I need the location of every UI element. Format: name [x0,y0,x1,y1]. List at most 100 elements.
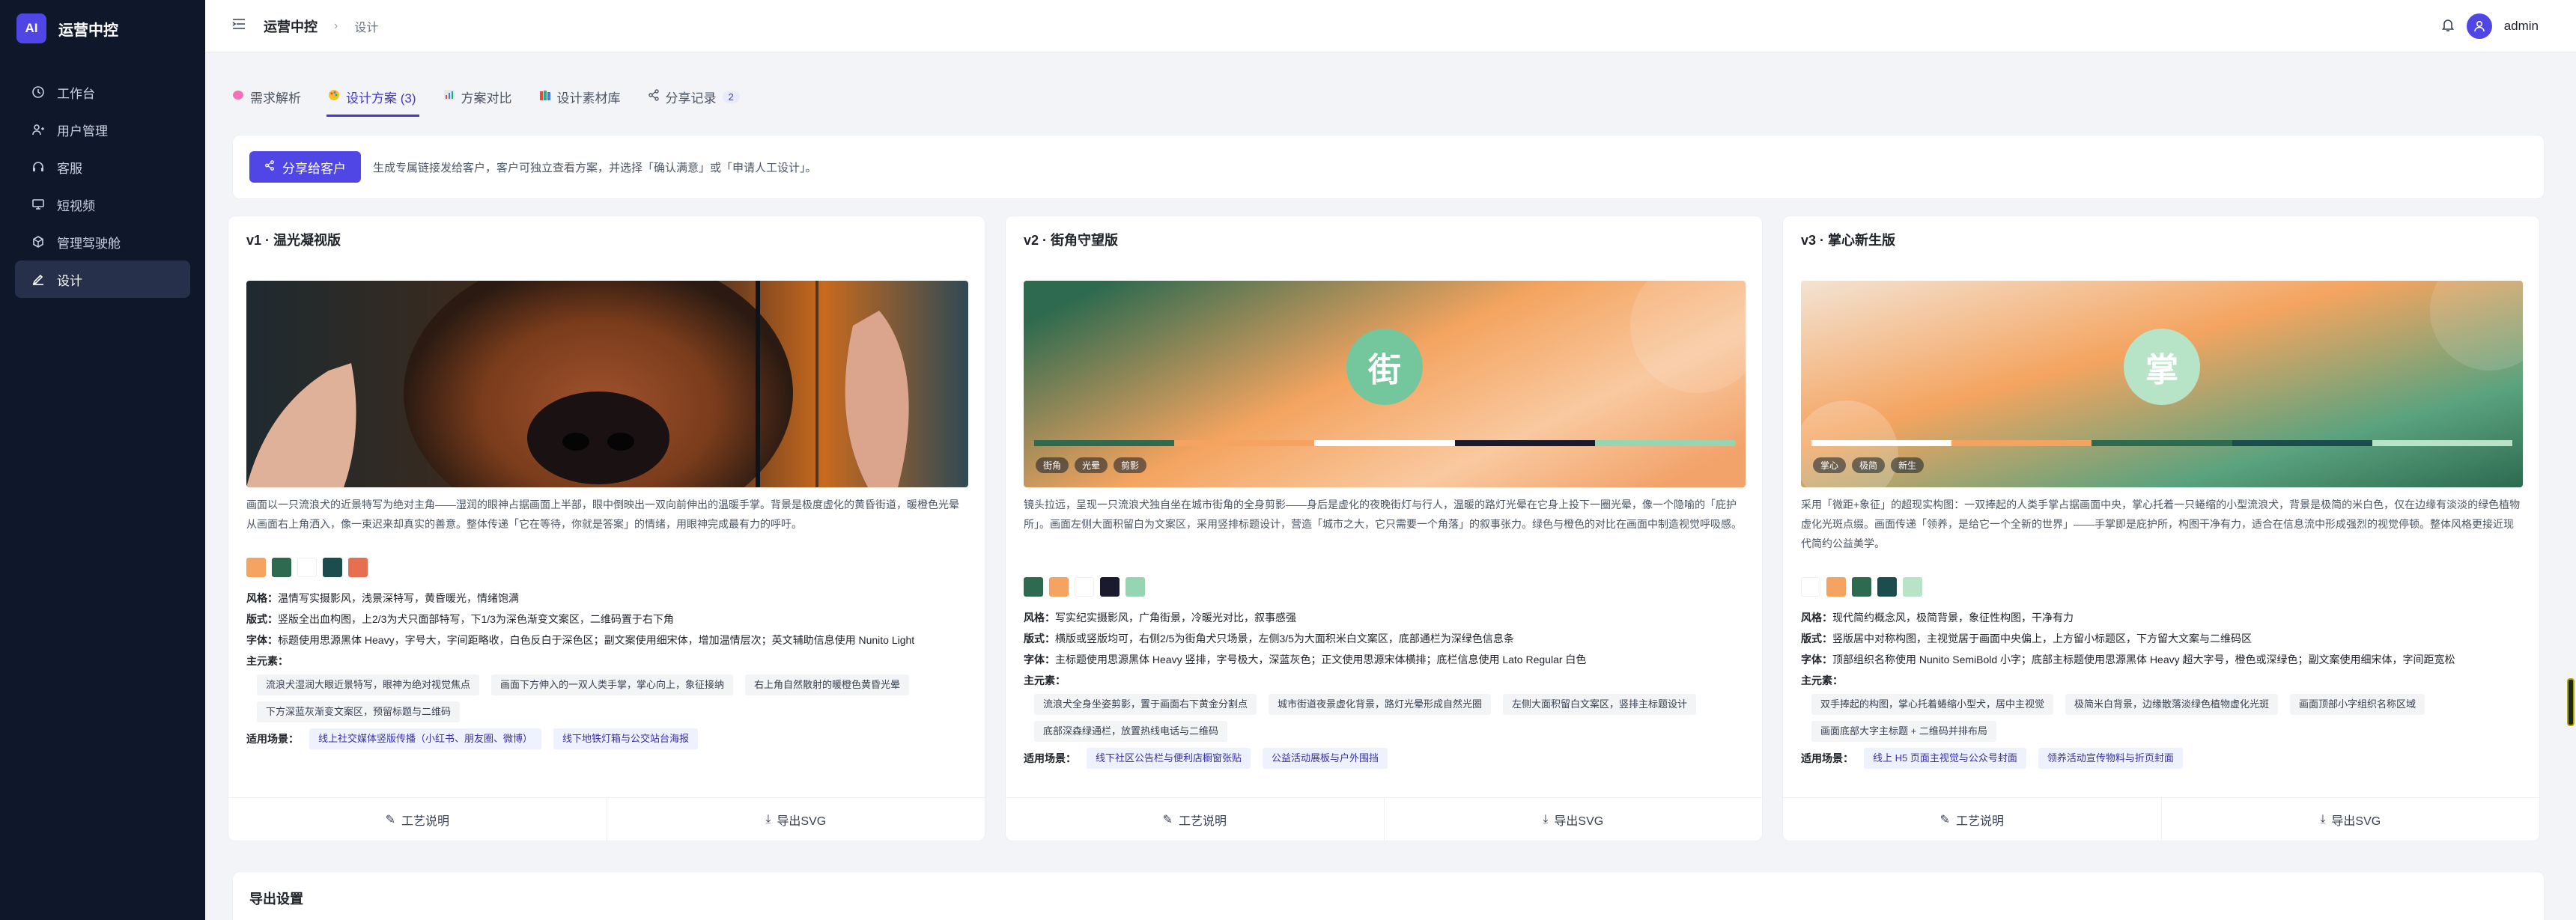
poster-preview[interactable]: 掌 掌心 极简 新生 [1801,281,2523,487]
spec-value: 主标题使用思源黑体 Heavy 竖排，字号极大，深蓝灰色；正文使用思源宋体横排；… [1055,654,1587,665]
color-swatch[interactable] [272,558,291,577]
dog-photo[interactable] [246,281,968,487]
spec-label: 风格： [1801,612,1832,624]
topbar: 运营中控 › 设计 admin [205,0,2576,52]
export-svg-button[interactable]: ⤓ 导出SVG [2160,798,2540,841]
spec-style: 风格：温情写实摄影风，浅景深特写，黄昏暖光，情绪饱满 [246,588,968,609]
spec-layout: 版式：横版或竖版均可，右侧2/5为街角犬只场景，左侧3/5为大面积米白文案区，底… [1024,628,1746,649]
menu-toggle-icon[interactable] [232,18,246,34]
color-swatch[interactable] [1877,577,1897,597]
craft-notes-button[interactable]: ✎ 工艺说明 [1006,798,1384,841]
share-bar: 分享给客户 生成专属链接发给客户，客户可独立查看方案，并选择「确认满意」或「申请… [232,135,2545,199]
color-swatch[interactable] [1049,577,1069,597]
cube-icon [30,234,46,250]
sidebar-item-design[interactable]: 设计 [15,261,190,298]
color-swatch[interactable] [246,558,266,577]
color-swatch[interactable] [323,558,342,577]
color-swatches [1024,577,1145,597]
brain-icon [232,89,244,105]
topbar-actions: admin [2441,13,2539,39]
monitor-icon [30,196,46,213]
tab-design-plans[interactable]: 设计方案 (3) [326,79,428,117]
poster-tags: 掌心 极简 新生 [1813,457,1925,473]
action-label: 工艺说明 [401,814,449,828]
app-logo[interactable]: AI 运营中控 [0,0,205,57]
card-description: 镜头拉远，呈现一只流浪犬独自坐在城市街角的全身剪影——身后是虚化的夜晚街灯与行人… [1024,499,1742,530]
breadcrumb-root[interactable]: 运营中控 [264,16,318,36]
spec-label: 风格： [1024,612,1055,624]
color-swatch[interactable] [348,558,368,577]
share-icon [648,88,660,105]
color-swatches [1801,577,1922,597]
share-button-label: 分享给客户 [282,161,346,176]
element-chip: 画面下方伸入的一双人类手掌，掌心向上，象征接纳 [491,674,734,695]
sidebar-item-support[interactable]: 客服 [15,148,190,186]
spec-font: 字体：主标题使用思源黑体 Heavy 竖排，字号极大，深蓝灰色；正文使用思源宋体… [1024,649,1746,670]
color-swatch[interactable] [1903,577,1922,597]
color-swatch[interactable] [1801,577,1820,597]
color-swatch[interactable] [1100,577,1120,597]
card-actions: ✎ 工艺说明 ⤓ 导出SVG [1006,797,1762,841]
card-specs: 风格：现代简约概念风，极简背景，象征性构图，干净有力 版式：竖版居中对称构图，主… [1801,607,2523,769]
sidebar-item-cockpit[interactable]: 管理驾驶舱 [15,223,190,261]
sidebar: AI 运营中控 工作台 用户管理 客服 短视频 管理驾驶舱 设计 [0,0,205,920]
floating-scroll-handle[interactable] [2567,678,2575,726]
tab-label: 需求解析 [250,91,301,106]
spec-value: 横版或竖版均可，右侧2/5为街角犬只场景，左侧3/5为大面积米白文案区，底部通栏… [1055,633,1514,645]
bell-icon[interactable] [2441,17,2455,36]
username[interactable]: admin [2504,19,2539,34]
poster-preview[interactable]: 街 街角 光晕 剪影 [1024,281,1746,487]
sidebar-item-workbench[interactable]: 工作台 [15,73,190,111]
share-to-client-button[interactable]: 分享给客户 [249,151,361,183]
craft-notes-button[interactable]: ✎ 工艺说明 [1783,798,2161,841]
spec-label: 字体： [246,634,278,646]
breadcrumb-current: 设计 [354,21,379,34]
tab-label: 分享记录 [665,91,717,106]
element-chips: 流浪犬全身坐姿剪影，置于画面右下黄金分割点 城市街道夜景虚化背景，路灯光晕形成自… [1024,694,1746,742]
share-icon [264,159,275,174]
design-card-v3: v3 · 掌心新生版 掌 掌心 极简 新生 采用「微距+象征」的超现实构图：一双… [1782,216,2540,841]
tab-share-records[interactable]: 分享记录 2 [648,79,752,114]
spec-value: 竖版全出血构图，上2/3为犬只面部特写，下1/3为深色渐变文案区，二维码置于右下… [278,613,674,625]
spec-value: 写实纪实摄影风，广角街景，冷暖光对比，叙事感强 [1055,612,1296,624]
color-swatch[interactable] [297,558,317,577]
element-chip: 流浪犬全身坐姿剪影，置于画面右下黄金分割点 [1034,694,1257,715]
color-swatch[interactable] [1126,577,1145,597]
spec-elements-label: 主元素： [1024,674,1066,686]
spec-font: 字体：顶部组织名称使用 Nunito SemiBold 小字；底部主标题使用思源… [1801,649,2523,670]
avatar[interactable] [2466,13,2492,39]
spec-value: 现代简约概念风，极简背景，象征性构图，干净有力 [1832,612,2074,624]
sidebar-item-video[interactable]: 短视频 [15,186,190,223]
design-icon [30,271,46,287]
element-chip: 城市街道夜景虚化背景，路灯光晕形成自然光圈 [1269,694,1492,715]
export-svg-button[interactable]: ⤓ 导出SVG [606,798,985,841]
tab-compare[interactable]: 方案对比 [443,79,524,114]
user-icon [30,121,46,138]
spec-label: 字体： [1801,654,1832,665]
export-svg-button[interactable]: ⤓ 导出SVG [1383,798,1763,841]
tab-asset-library[interactable]: 设计素材库 [539,79,633,114]
scene-chip: 公益活动展板与户外围挡 [1263,748,1388,769]
craft-notes-button[interactable]: ✎ 工艺说明 [228,798,607,841]
spec-font: 字体：标题使用思源黑体 Heavy，字号大，字间距略收，白色反白于深色区；副文案… [246,631,968,649]
color-swatch[interactable] [1826,577,1846,597]
sidebar-nav: 工作台 用户管理 客服 短视频 管理驾驶舱 设计 [0,57,205,314]
design-card-v2: v2 · 街角守望版 街 街角 光晕 剪影 镜头拉远，呈现一只流浪犬独自坐在城市… [1005,216,1763,841]
action-label: 工艺说明 [1178,814,1227,828]
section-title: 导出设置 [249,892,303,907]
sidebar-item-label: 工作台 [57,86,95,101]
color-swatch[interactable] [1075,577,1094,597]
logo-mark: AI [16,13,46,43]
sidebar-item-users[interactable]: 用户管理 [15,111,190,148]
color-swatch[interactable] [1024,577,1043,597]
spec-label: 适用场景： [1801,752,1853,764]
poster-tag: 极简 [1852,457,1886,473]
card-description: 采用「微距+象征」的超现实构图：一双捧起的人类手掌占据画面中央，掌心托着一只蜷缩… [1801,499,2521,549]
card-actions: ✎ 工艺说明 ⤓ 导出SVG [1783,797,2539,841]
spec-layout: 版式：竖版全出血构图，上2/3为犬只面部特写，下1/3为深色渐变文案区，二维码置… [246,609,968,630]
spec-label: 版式： [1024,633,1055,645]
sidebar-item-label: 用户管理 [57,124,108,138]
color-swatch[interactable] [1852,577,1871,597]
spec-label: 风格： [246,592,278,604]
tab-requirements[interactable]: 需求解析 [232,79,313,114]
